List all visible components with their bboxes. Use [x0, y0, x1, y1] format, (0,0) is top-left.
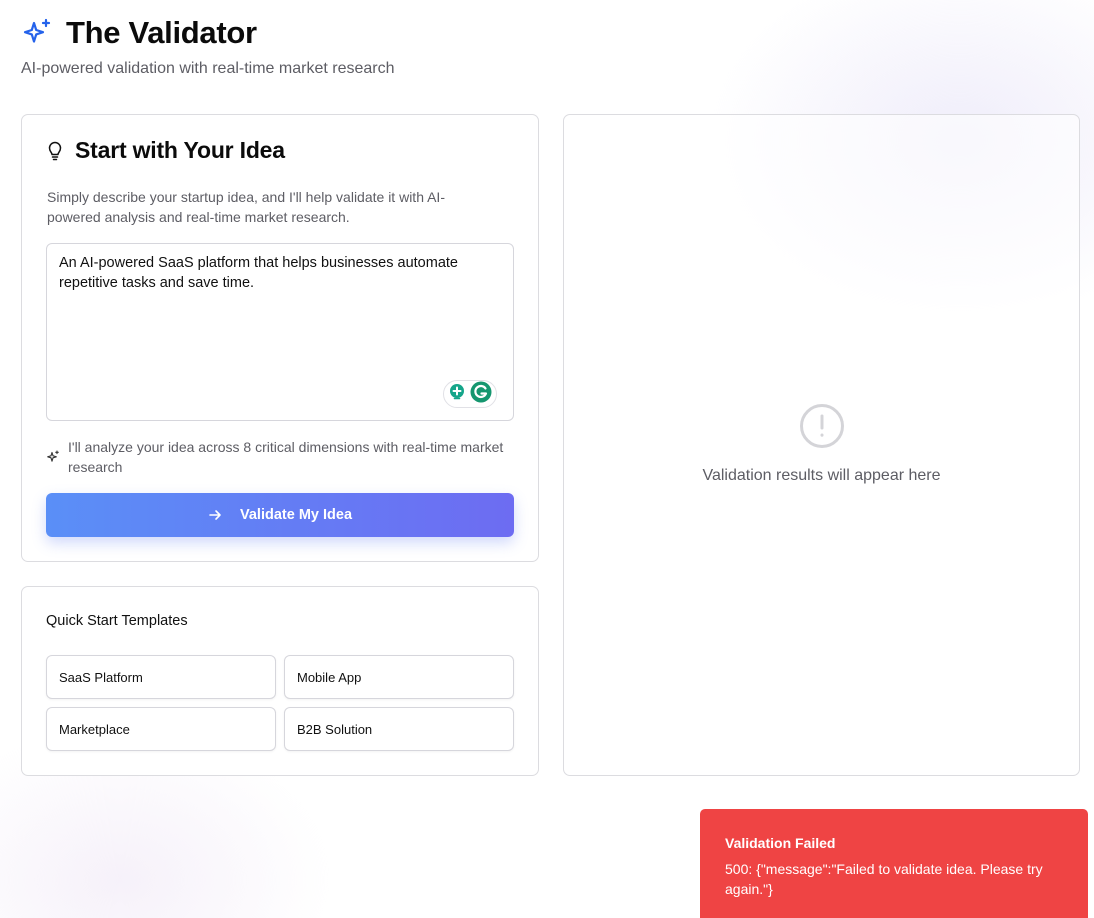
templates-card: Quick Start Templates SaaS Platform Mobi… — [21, 586, 539, 776]
results-placeholder: Validation results will appear here — [702, 467, 941, 484]
idea-textarea[interactable]: An AI-powered SaaS platform that helps b… — [46, 243, 514, 421]
templates-title: Quick Start Templates — [46, 613, 188, 629]
app-title: The Validator — [66, 15, 257, 50]
template-mobile-app-button[interactable]: Mobile App — [284, 655, 514, 699]
title-row: The Validator — [21, 14, 721, 52]
template-marketplace-button[interactable]: Marketplace — [46, 707, 276, 751]
results-empty-state: Validation results will appear here — [564, 403, 1079, 485]
validate-button-label: Validate My Idea — [239, 507, 353, 523]
idea-card-description: Simply describe your startup idea, and I… — [47, 189, 445, 225]
toast-message: 500: {"message":"Failed to validate idea… — [725, 861, 1043, 897]
analysis-hint: I'll analyze your idea across 8 critical… — [46, 437, 506, 477]
analysis-hint-text: I'll analyze your idea across 8 critical… — [68, 439, 504, 475]
idea-card: Start with Your Idea Simply describe you… — [21, 114, 539, 562]
sparkles-icon — [21, 17, 53, 49]
sparkles-icon — [46, 450, 60, 464]
app-subtitle: AI-powered validation with real-time mar… — [21, 60, 395, 77]
results-panel: Validation results will appear here — [563, 114, 1080, 776]
template-b2b-solution-button[interactable]: B2B Solution — [284, 707, 514, 751]
app-header: The Validator AI-powered validation with… — [21, 14, 721, 78]
toast-title: Validation Failed — [725, 835, 836, 851]
alert-circle-icon — [799, 403, 845, 449]
lightbulb-icon — [47, 140, 65, 162]
error-toast[interactable]: Validation Failed 500: {"message":"Faile… — [700, 809, 1088, 918]
validate-button[interactable]: Validate My Idea — [46, 493, 514, 537]
idea-textarea-value[interactable]: An AI-powered SaaS platform that helps b… — [59, 253, 489, 293]
grammarly-widget[interactable] — [443, 380, 497, 408]
arrow-right-icon — [208, 508, 222, 522]
idea-card-title: Start with Your Idea — [75, 137, 285, 163]
idea-card-heading: Start with Your Idea — [47, 137, 285, 164]
grammarly-icon[interactable] — [470, 381, 492, 408]
grammarly-suggestion-icon[interactable] — [448, 383, 466, 406]
template-saas-platform-button[interactable]: SaaS Platform — [46, 655, 276, 699]
